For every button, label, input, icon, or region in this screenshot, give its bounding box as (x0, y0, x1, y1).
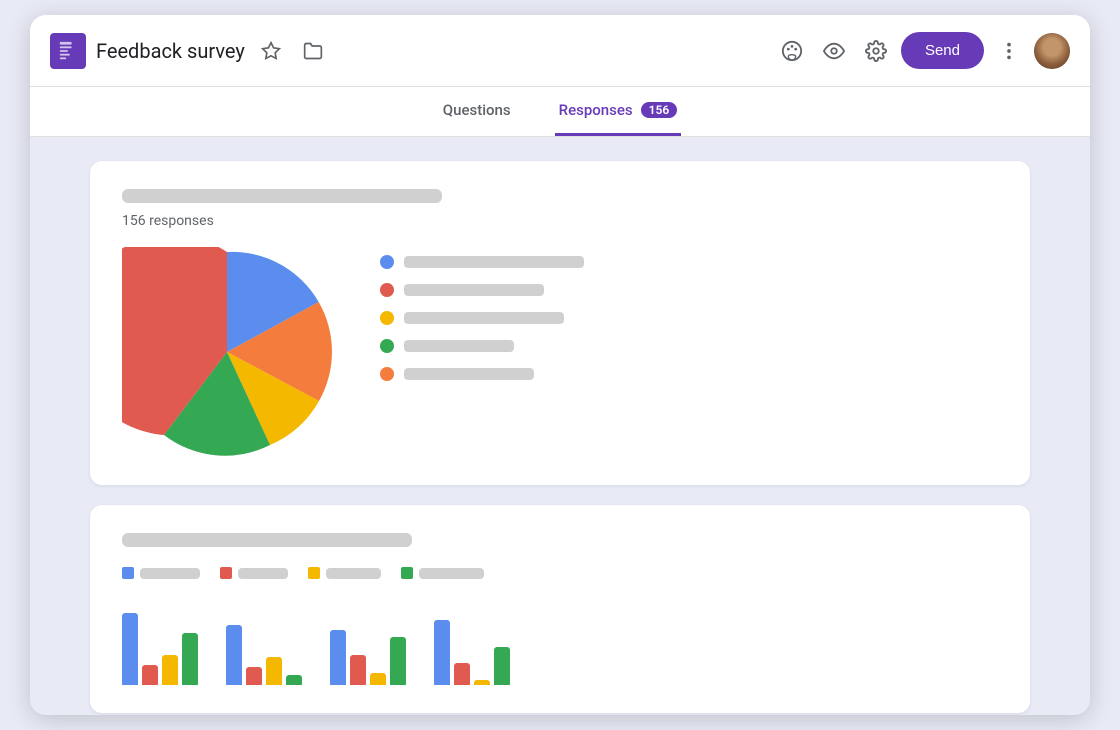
bar-3-green (390, 637, 406, 685)
bar-group-4 (434, 620, 510, 685)
bar-card-top (122, 533, 998, 579)
bar-legend-row (122, 567, 998, 579)
star-button[interactable] (255, 35, 287, 67)
tab-questions[interactable]: Questions (439, 87, 515, 136)
bar-4-green (494, 647, 510, 685)
bar-2-green (286, 675, 302, 685)
bar-4-red (454, 663, 470, 685)
legend-bar-5 (404, 368, 534, 380)
bar-3-blue (330, 630, 346, 685)
bar-legend-text-1 (140, 568, 200, 579)
legend-dot-blue (380, 255, 394, 269)
legend-bar-1 (404, 256, 584, 268)
bar-legend-item-4 (401, 567, 484, 579)
bar-4-yellow (474, 680, 490, 685)
header-right: Send (775, 32, 1070, 69)
card-title-skeleton (122, 189, 442, 203)
tabs-bar: Questions Responses 156 (30, 87, 1090, 137)
bar-3-red (350, 655, 366, 685)
bar-1-green (182, 633, 198, 685)
bar-4-blue (434, 620, 450, 685)
content-area: 156 responses (30, 137, 1090, 715)
bar-legend-text-4 (419, 568, 484, 579)
legend-dot-yellow (380, 311, 394, 325)
header: Feedback survey (30, 15, 1090, 87)
bar-2-red (246, 667, 262, 685)
legend-item-2 (380, 283, 998, 297)
response-count: 156 responses (122, 213, 998, 229)
bar-1-yellow (162, 655, 178, 685)
legend-section (380, 255, 998, 381)
legend-bar-4 (404, 340, 514, 352)
bar-1-blue (122, 613, 138, 685)
bar-legend-item-3 (308, 567, 381, 579)
document-title: Feedback survey (96, 39, 245, 63)
bar-card-title-skeleton (122, 533, 412, 547)
bar-legend-color-blue (122, 567, 134, 579)
bar-legend-color-yellow (308, 567, 320, 579)
more-options-button[interactable] (992, 34, 1026, 68)
bar-3-yellow (370, 673, 386, 685)
pie-section (122, 247, 332, 457)
bar-group-3 (330, 630, 406, 685)
bar-legend-color-red (220, 567, 232, 579)
bar-legend-item-1 (122, 567, 200, 579)
legend-dot-red (380, 283, 394, 297)
palette-button[interactable] (775, 34, 809, 68)
legend-dot-green (380, 339, 394, 353)
legend-item-5 (380, 367, 998, 381)
bar-legend-color-green (401, 567, 413, 579)
bar-2-blue (226, 625, 242, 685)
legend-item-4 (380, 339, 998, 353)
legend-bar-3 (404, 312, 564, 324)
pie-chart (122, 247, 332, 457)
bar-group-1 (122, 613, 198, 685)
tab-responses[interactable]: Responses 156 (555, 87, 682, 136)
forms-app-icon (50, 33, 86, 69)
app-window: Feedback survey (30, 15, 1090, 715)
header-left: Feedback survey (50, 33, 775, 69)
avatar[interactable] (1034, 33, 1070, 69)
legend-item-1 (380, 255, 998, 269)
legend-bar-2 (404, 284, 544, 296)
bar-chart-area (122, 595, 998, 685)
bar-legend-item-2 (220, 567, 288, 579)
pie-chart-card: 156 responses (90, 161, 1030, 485)
bar-group-2 (226, 625, 302, 685)
pie-card-body (122, 247, 998, 457)
send-button[interactable]: Send (901, 32, 984, 69)
bar-2-yellow (266, 657, 282, 685)
settings-button[interactable] (859, 34, 893, 68)
bar-legend-text-3 (326, 568, 381, 579)
preview-button[interactable] (817, 34, 851, 68)
bar-legend-text-2 (238, 568, 288, 579)
bar-1-red (142, 665, 158, 685)
folder-button[interactable] (297, 35, 329, 67)
responses-badge: 156 (641, 102, 678, 118)
legend-item-3 (380, 311, 998, 325)
legend-dot-orange (380, 367, 394, 381)
bar-chart-card (90, 505, 1030, 713)
